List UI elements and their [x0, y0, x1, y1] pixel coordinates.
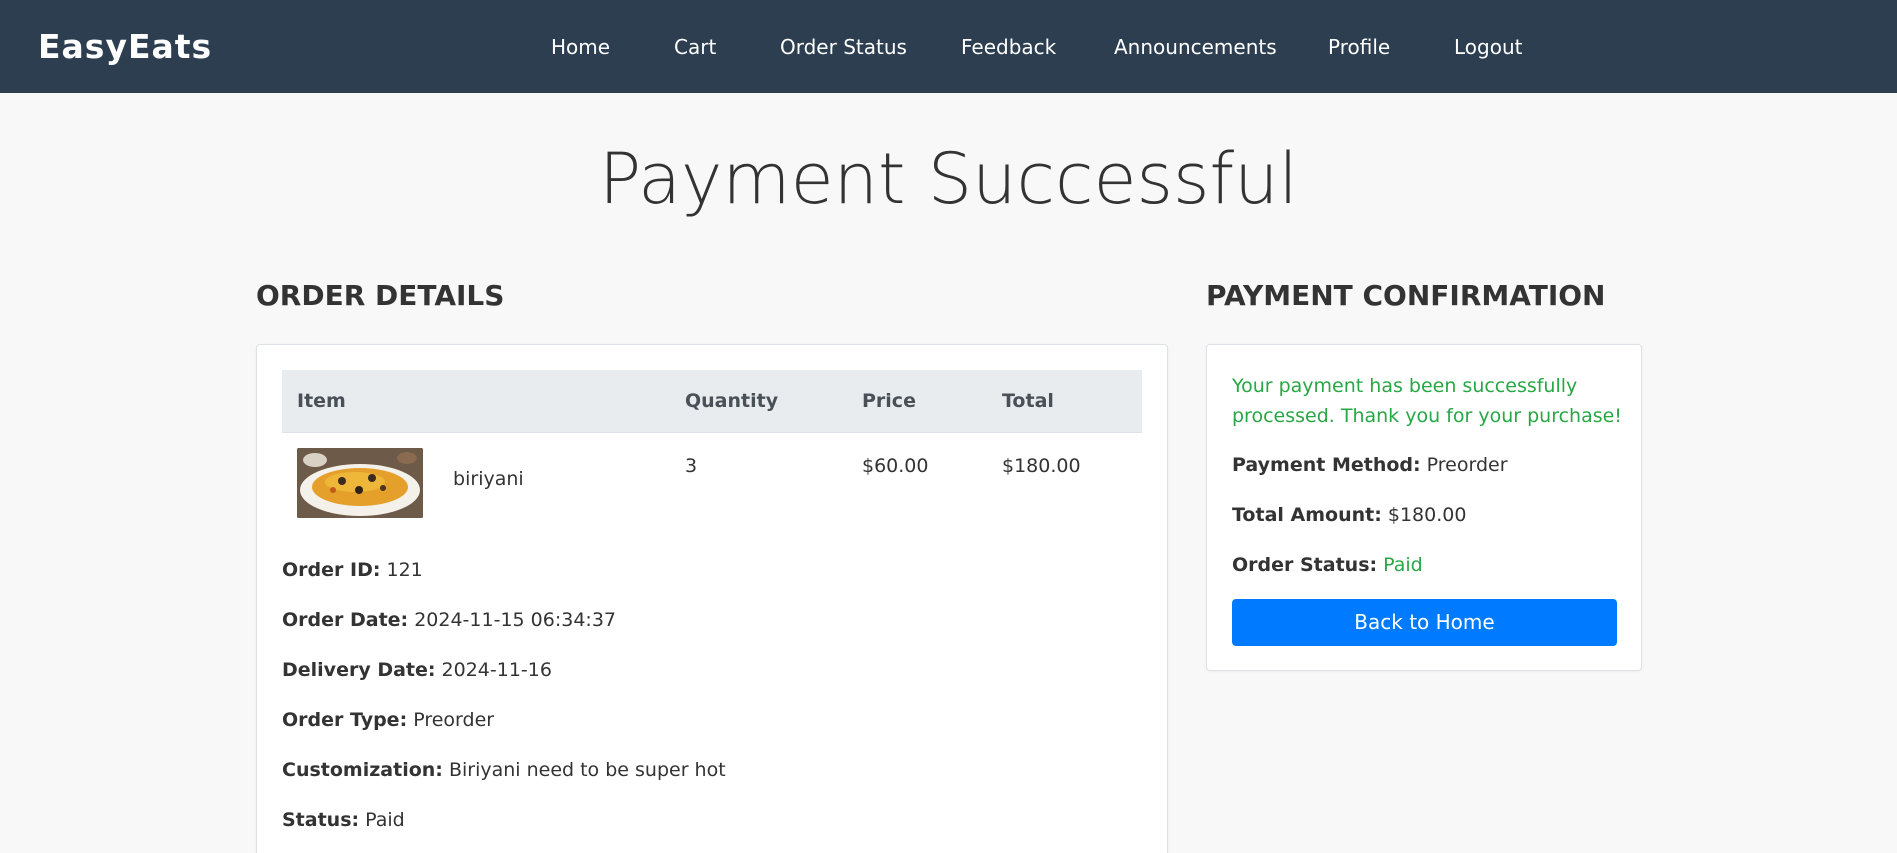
table-header-row: Item Quantity Price Total: [282, 370, 1142, 433]
order-id-line: Order ID: 121: [282, 558, 423, 582]
table-row: biriyani 3 $60.00 $180.00: [282, 432, 1142, 527]
order-id-label: Order ID:: [282, 559, 381, 581]
order-id-value: 121: [386, 559, 423, 581]
column-header-total: Total: [987, 370, 1142, 433]
order-details-card: Item Quantity Price Total biriyani 3 $60…: [256, 344, 1168, 853]
page-title: Payment Successful: [599, 138, 1298, 220]
payment-method-value: Preorder: [1426, 454, 1508, 476]
top-navbar: EasyEats Home Cart Order Status Feedback…: [0, 0, 1897, 93]
status-label: Status:: [282, 809, 360, 831]
nav-cart[interactable]: Cart: [674, 35, 716, 59]
payment-confirmation-heading: PAYMENT CONFIRMATION: [1206, 279, 1606, 312]
brand-logo[interactable]: EasyEats: [38, 27, 212, 67]
column-header-price: Price: [847, 370, 987, 433]
status-value: Paid: [365, 809, 405, 831]
total-amount-label: Total Amount:: [1232, 504, 1382, 526]
payment-method-label: Payment Method:: [1232, 454, 1421, 476]
total-cell: $180.00: [1002, 454, 1081, 477]
nav-profile[interactable]: Profile: [1328, 35, 1390, 59]
nav-logout[interactable]: Logout: [1454, 35, 1522, 59]
delivery-date-value: 2024-11-16: [441, 659, 552, 681]
order-date-value: 2024-11-15 06:34:37: [414, 609, 616, 631]
order-type-label: Order Type:: [282, 709, 408, 731]
column-header-item: Item: [282, 370, 670, 433]
customization-line: Customization: Biriyani need to be super…: [282, 758, 726, 782]
delivery-date-line: Delivery Date: 2024-11-16: [282, 658, 552, 682]
nav-order-status[interactable]: Order Status: [780, 35, 907, 59]
quantity-cell: 3: [685, 454, 698, 477]
order-details-heading: ORDER DETAILS: [256, 279, 505, 312]
item-name: biriyani: [453, 467, 524, 490]
biriyani-food-image: [297, 447, 423, 518]
order-date-label: Order Date:: [282, 609, 409, 631]
customization-value: Biriyani need to be super hot: [448, 759, 726, 781]
order-date-line: Order Date: 2024-11-15 06:34:37: [282, 608, 616, 632]
nav-home[interactable]: Home: [551, 35, 610, 59]
total-amount-value: $180.00: [1387, 504, 1467, 526]
nav-announcements[interactable]: Announcements: [1114, 35, 1277, 59]
order-items-table: Item Quantity Price Total biriyani 3 $60…: [282, 370, 1142, 527]
order-status-line: Order Status: Paid: [1232, 553, 1423, 577]
status-line: Status: Paid: [282, 808, 405, 832]
order-type-value: Preorder: [413, 709, 495, 731]
order-status-value: Paid: [1383, 554, 1423, 576]
payment-method-line: Payment Method: Preorder: [1232, 453, 1508, 477]
item-cell: biriyani: [282, 432, 670, 527]
payment-confirmation-card: Your payment has been successfully proce…: [1206, 344, 1642, 671]
order-type-line: Order Type: Preorder: [282, 708, 494, 732]
customization-label: Customization:: [282, 759, 443, 781]
total-amount-line: Total Amount: $180.00: [1232, 503, 1466, 527]
order-status-label: Order Status:: [1232, 554, 1378, 576]
nav-feedback[interactable]: Feedback: [961, 35, 1056, 59]
column-header-quantity: Quantity: [670, 370, 847, 433]
delivery-date-label: Delivery Date:: [282, 659, 436, 681]
back-to-home-button[interactable]: Back to Home: [1232, 599, 1617, 646]
price-cell: $60.00: [862, 454, 929, 477]
payment-success-message: Your payment has been successfully proce…: [1232, 375, 1622, 427]
